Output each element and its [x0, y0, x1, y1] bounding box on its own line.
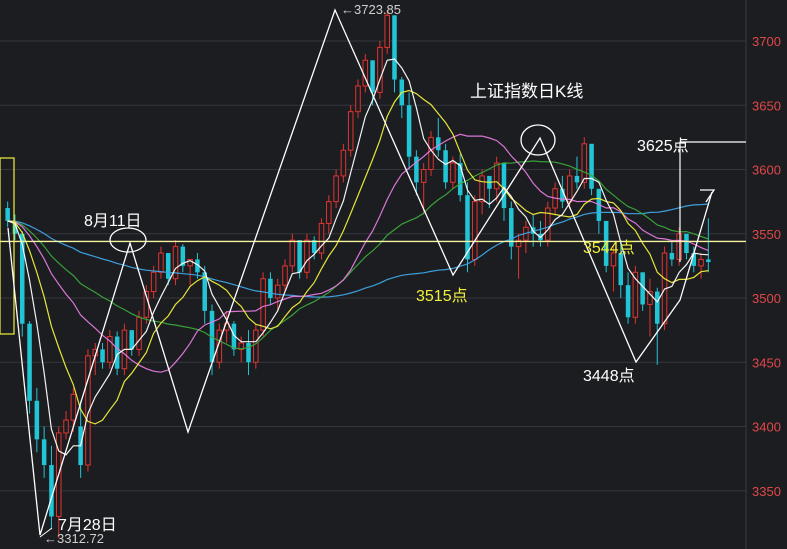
candle-body-up [136, 316, 142, 350]
candle-body-down [684, 233, 689, 254]
candle-body-down [27, 323, 32, 401]
label-3515: 3515点 [416, 288, 468, 305]
candle [304, 233, 310, 279]
candle-body-up [355, 85, 361, 113]
candle-body-down [574, 175, 580, 183]
candle-body-up [150, 271, 157, 293]
candle-body-up [158, 252, 164, 273]
candle-body-down [246, 342, 251, 363]
candle-body-up [172, 246, 179, 280]
candle [443, 143, 448, 189]
high-marker-value: 3723.85 [354, 2, 401, 17]
candle-body-down [41, 439, 47, 466]
candle-body-up [347, 111, 354, 151]
candle-body-down [654, 291, 660, 324]
candle-body-up [493, 162, 500, 190]
candle [377, 41, 383, 99]
label-3625: 3625点 [637, 138, 689, 155]
candle-body-up [318, 222, 325, 254]
candle-body-up [676, 233, 682, 260]
candle-body-up [289, 239, 296, 267]
candle-body-up [333, 175, 339, 203]
candle-body-down [457, 163, 463, 196]
candle-body-down [268, 278, 273, 298]
price-tick-label-3650: 3650 [752, 98, 781, 113]
label-3448: 3448点 [583, 368, 635, 385]
candle-body-down [370, 60, 375, 93]
candle-body-up [479, 175, 485, 203]
candle-body-down [589, 143, 594, 189]
candle-body-up [253, 329, 259, 363]
candle-body-down [706, 259, 711, 263]
candle-body-up [260, 278, 266, 331]
candle-body-up [384, 14, 390, 48]
price-tick-label-3700: 3700 [752, 34, 781, 49]
candle [172, 240, 179, 286]
kline-chart: 3350 3400 3450 3500 3550 3600 3650 3700 [0, 0, 787, 549]
candle [472, 195, 478, 266]
candle-body-down [392, 15, 397, 80]
candle-body-up [274, 284, 281, 299]
candle-body-up [326, 201, 332, 224]
chart-background [0, 0, 787, 549]
candle-body-down [100, 349, 105, 363]
candle-body-up [420, 169, 427, 183]
candle [27, 321, 32, 414]
high-marker-label: ←3723.85 [341, 2, 401, 17]
candle-body-down [669, 253, 675, 260]
label-3544: 3544点 [583, 240, 635, 257]
candle-body-down [443, 150, 448, 183]
price-tick-label-3400: 3400 [752, 420, 781, 435]
jul28-label: 7月28日 [58, 517, 117, 534]
candle-body-down [34, 400, 40, 440]
price-tick-label-3500: 3500 [752, 291, 781, 306]
candle-body-up [282, 265, 288, 286]
candle-body-down [165, 253, 171, 279]
candle-body-down [406, 105, 412, 157]
candle [545, 201, 551, 247]
price-tick-label-3350: 3350 [752, 484, 781, 499]
price-tick-label-3450: 3450 [752, 355, 781, 370]
candle-body-up [472, 201, 478, 260]
price-tick-label-3550: 3550 [752, 227, 781, 242]
candle-body-up [340, 149, 347, 177]
candle [347, 105, 354, 157]
candle [253, 323, 259, 369]
candle-body-down [436, 137, 441, 151]
candle-body-up [428, 136, 434, 170]
candle [589, 143, 594, 196]
candle [632, 265, 639, 324]
candle-body-up [698, 258, 704, 267]
candle-body-up [450, 162, 456, 183]
candle-body-down [501, 163, 507, 209]
price-tick-label-3600: 3600 [752, 163, 781, 178]
chart-title: 上证指数日K线 [470, 82, 584, 101]
candle [465, 182, 470, 273]
candle-body-up [566, 175, 573, 203]
candle-body-up [63, 419, 69, 434]
candle-body-down [297, 240, 302, 273]
candle-body-down [5, 208, 10, 221]
candle-body-up [70, 393, 77, 421]
candle-body-down [114, 336, 120, 369]
candle-body-up [304, 239, 310, 273]
candle-body-down [625, 285, 631, 318]
candle [428, 130, 434, 176]
candle [318, 218, 325, 260]
aug11-label: 8月11日 [84, 213, 142, 230]
candle-body-up [581, 143, 588, 183]
